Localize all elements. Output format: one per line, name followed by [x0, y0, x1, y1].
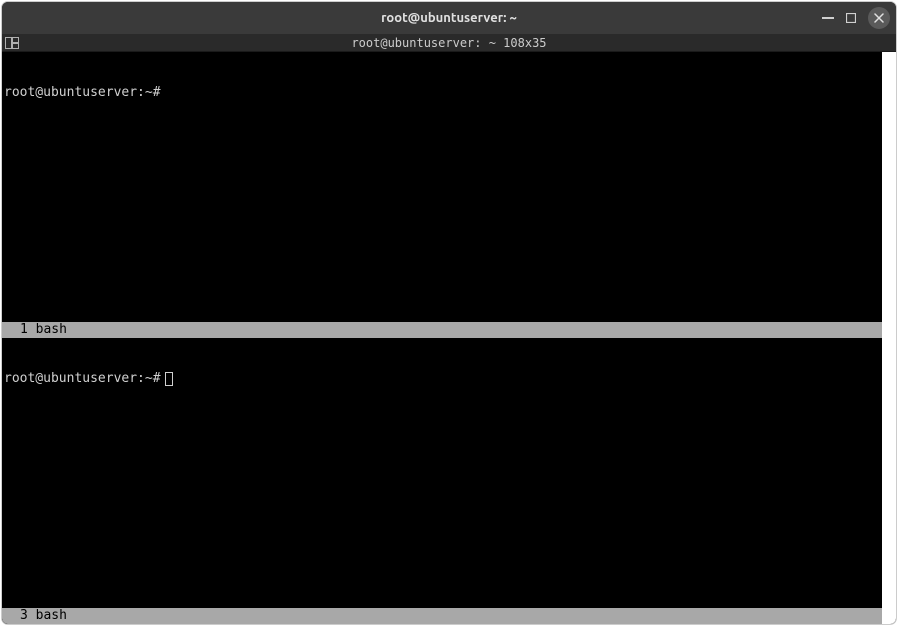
panes-container: root@ubuntuserver:~# 1 bash root@ubuntus…	[2, 52, 882, 624]
pane-status-label: 1 bash	[20, 322, 67, 337]
pane-status-bar: 1 bash	[2, 322, 882, 338]
scrollbar[interactable]	[882, 52, 896, 624]
pane-content[interactable]: root@ubuntuserver:~#	[2, 52, 882, 322]
shell-prompt: root@ubuntuserver:~#	[4, 371, 161, 387]
window-controls	[822, 2, 890, 34]
terminal-body: root@ubuntuserver:~# 1 bash root@ubuntus…	[2, 52, 896, 624]
pane-top[interactable]: root@ubuntuserver:~# 1 bash	[2, 52, 882, 338]
cursor	[165, 372, 173, 386]
tab-label: root@ubuntuserver: ~ 108x35	[351, 36, 546, 50]
pane-status-label: 3 bash	[20, 608, 67, 623]
split-icon[interactable]	[4, 36, 20, 50]
pane-status-bar: 3 bash	[2, 608, 882, 624]
tab-bar: root@ubuntuserver: ~ 108x35	[2, 34, 896, 52]
pane-content[interactable]: root@ubuntuserver:~#	[2, 338, 882, 608]
close-button[interactable]	[868, 7, 890, 29]
titlebar[interactable]: root@ubuntuserver: ~	[2, 2, 896, 34]
minimize-button[interactable]	[822, 17, 834, 19]
window-title: root@ubuntuserver: ~	[381, 11, 517, 25]
pane-bottom[interactable]: root@ubuntuserver:~# 3 bash	[2, 338, 882, 624]
terminal-window: root@ubuntuserver: ~ root@ubuntuserver: …	[2, 2, 896, 624]
shell-prompt: root@ubuntuserver:~#	[4, 85, 161, 101]
maximize-button[interactable]	[846, 13, 856, 23]
